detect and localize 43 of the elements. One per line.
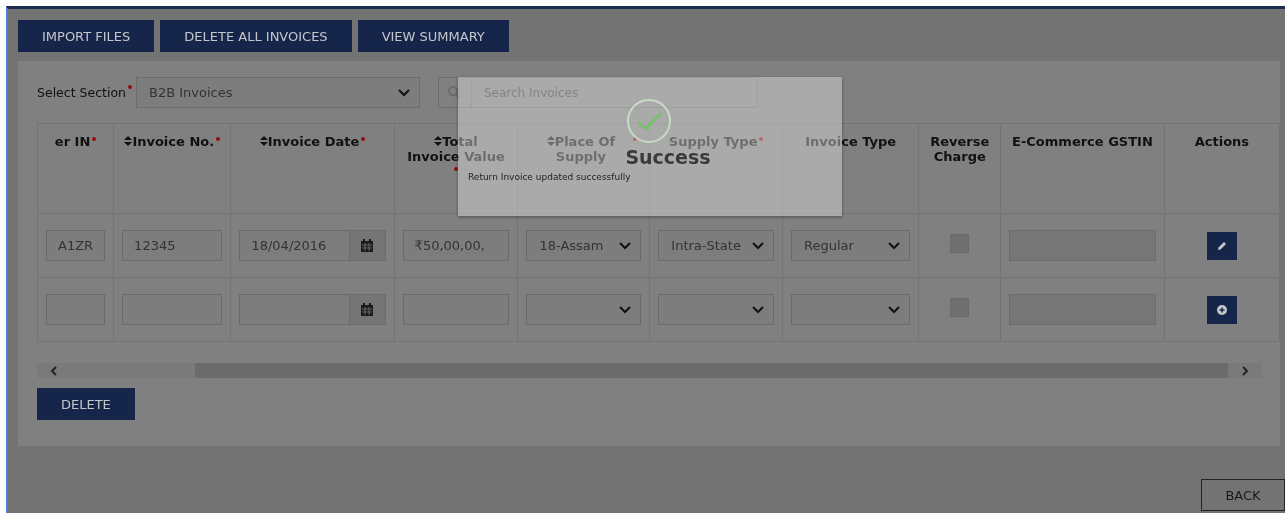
edit-button[interactable] — [1206, 231, 1237, 260]
calendar-button[interactable] — [349, 294, 386, 325]
date-field[interactable]: 18/04/2016 — [239, 230, 350, 261]
dropdown[interactable]: 18-Assam — [526, 230, 642, 261]
dropdown[interactable] — [791, 294, 911, 325]
dropdown[interactable]: Intra-State — [658, 230, 774, 261]
pencil-icon — [1216, 240, 1227, 251]
section-label: Select Section — [37, 85, 126, 100]
chevron-down-icon — [752, 305, 764, 314]
search-icon — [438, 77, 472, 108]
horizontal-scrollbar[interactable] — [37, 363, 1262, 378]
chevron-down-icon — [888, 241, 901, 250]
add-button[interactable] — [1206, 295, 1237, 324]
dropdown[interactable] — [526, 294, 642, 325]
column-header: Actions — [1194, 134, 1250, 149]
chevron-down-icon — [888, 305, 901, 314]
column-header: Reverse Charge — [929, 134, 991, 164]
input-field[interactable]: A1ZR — [46, 230, 106, 261]
dropdown[interactable]: Regular — [791, 230, 911, 261]
chevron-down-icon — [619, 241, 632, 250]
section-select[interactable]: B2B Invoices — [136, 77, 420, 108]
column-header: E-Commerce GSTIN — [1012, 134, 1153, 149]
column-header: Invoice Type — [805, 134, 897, 149]
input-field[interactable]: ₹50,00,00, — [402, 230, 510, 261]
chevron-down-icon — [398, 88, 410, 97]
chevron-down-icon — [752, 241, 764, 250]
calendar-button[interactable] — [349, 230, 386, 261]
column-header[interactable]: Invoice No. — [124, 134, 215, 149]
back-button[interactable]: BACK — [1201, 479, 1285, 511]
chevron-down-icon — [619, 305, 632, 314]
calendar-icon — [361, 239, 374, 252]
column-header[interactable]: Invoice Date — [259, 134, 360, 149]
column-header: er IN — [54, 134, 91, 149]
calendar-icon — [361, 303, 374, 316]
delete-button[interactable]: DELETE — [37, 388, 135, 420]
dialog-message: Return Invoice updated successfully — [468, 172, 631, 182]
column-header: Supply Type — [668, 134, 758, 149]
input-field[interactable]: 12345 — [122, 230, 223, 261]
dropdown[interactable] — [658, 294, 774, 325]
toolbar-button[interactable]: VIEW SUMMARY — [357, 20, 509, 52]
toolbar-button[interactable]: DELETE ALL INVOICES — [160, 20, 352, 52]
toolbar-button[interactable]: IMPORT FILES — [18, 20, 155, 52]
plus-circle-icon — [1216, 304, 1227, 315]
